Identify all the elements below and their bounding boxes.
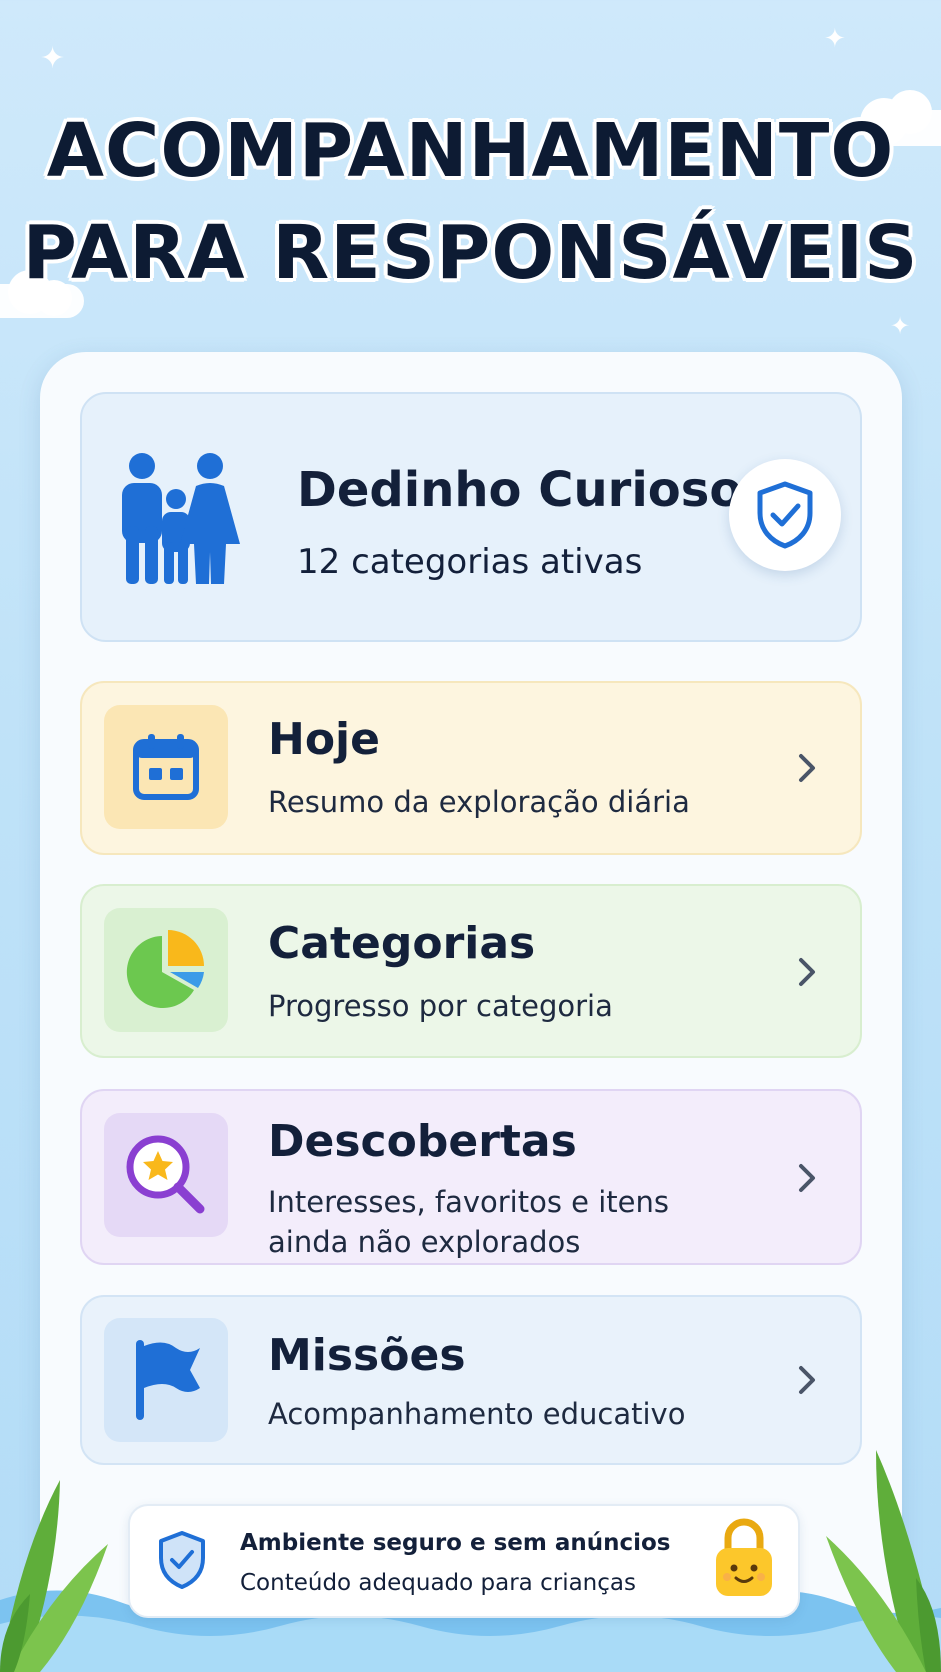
menu-icon-box-missoes [104,1318,228,1442]
menu-title-categorias: Categorias [268,918,536,969]
menu-subtitle-categorias: Progresso por categoria [268,989,613,1023]
menu-icon-box-descobertas [104,1113,228,1237]
safe-environment-subtitle: Conteúdo adequado para crianças [240,1570,636,1596]
menu-title-descobertas: Descobertas [268,1116,577,1167]
menu-icon-box-hoje [104,705,228,829]
menu-title-missoes: Missões [268,1330,466,1381]
pie-chart-icon [126,930,204,1008]
page-title-line2: PARA RESPONSÁVEIS [22,210,919,296]
leaves-decoration-right [826,1450,941,1672]
chevron-right-icon[interactable] [790,955,824,989]
security-badge[interactable] [729,459,841,571]
sparkle-icon: ✦ [40,41,66,76]
sparkle-icon: ✦ [890,312,911,340]
shield-check-icon [757,481,813,549]
menu-subtitle-hoje: Resumo da exploração diária [268,785,690,819]
sparkle-icon: ✦ [824,24,846,54]
menu-subtitle-descobertas-line2: ainda não explorados [268,1225,581,1259]
search-star-icon [126,1135,205,1214]
chevron-right-icon[interactable] [790,751,824,785]
page-title-line1: ACOMPANHAMENTO [46,108,895,194]
menu-subtitle-missoes: Acompanhamento educativo [268,1397,686,1431]
active-categories-count: 12 categorias ativas [297,542,643,582]
page-title: ACOMPANHAMENTO PARA RESPONSÁVEIS [0,100,941,304]
menu-subtitle-descobertas-line1: Interesses, favoritos e itens [268,1185,670,1219]
leaves-decoration-left [0,1480,108,1672]
menu-title-hoje: Hoje [268,714,380,765]
lock-icon [716,1518,772,1596]
chevron-right-icon[interactable] [790,1363,824,1397]
calendar-icon [133,734,199,800]
child-name: Dedinho Curioso [297,462,743,518]
safe-environment-card [128,1504,800,1618]
shield-check-icon [159,1531,205,1589]
flag-icon [136,1340,200,1420]
menu-icon-box-categorias [104,908,228,1032]
family-icon [122,453,240,584]
safe-environment-title: Ambiente seguro e sem anúncios [240,1530,671,1556]
chevron-right-icon[interactable] [790,1161,824,1195]
